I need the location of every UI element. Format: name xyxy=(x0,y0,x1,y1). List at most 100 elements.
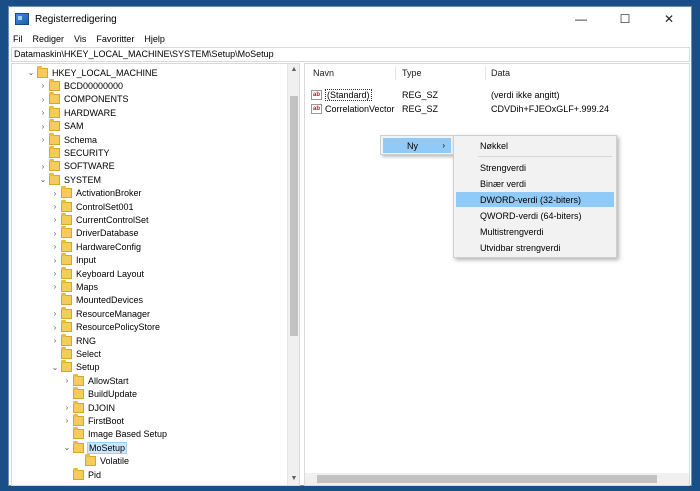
tree-item[interactable]: › HARDWARE xyxy=(38,105,116,119)
chevron-right-icon[interactable]: › xyxy=(62,416,72,425)
chevron-right-icon[interactable]: › xyxy=(38,122,48,131)
chevron-right-icon[interactable]: › xyxy=(50,189,60,198)
chevron-right-icon[interactable]: › xyxy=(38,135,48,144)
submenu-item-multistring-value[interactable]: Multistrengverdi xyxy=(456,224,614,239)
menu-bar: Fil Rediger Vis Favoritter Hjelp xyxy=(9,31,691,47)
tree-item[interactable]: Pid xyxy=(62,467,101,481)
tree-item[interactable]: › RNG xyxy=(50,333,96,347)
tree-item-label: SYSTEM xyxy=(64,174,102,185)
tree-item[interactable]: › DJOIN xyxy=(62,400,115,414)
chevron-down-icon[interactable]: ⌄ xyxy=(26,68,36,77)
tree-item[interactable]: › ControlSet001 xyxy=(50,199,134,213)
chevron-right-icon[interactable]: › xyxy=(50,309,60,318)
address-bar[interactable]: Datamaskin\HKEY_LOCAL_MACHINE\SYSTEM\Set… xyxy=(11,47,690,62)
tree-item[interactable]: › FirstBoot xyxy=(62,413,125,427)
tree-item[interactable]: ⌄ SYSTEM xyxy=(38,172,102,186)
tree-item[interactable]: › ActivationBroker xyxy=(50,186,142,200)
menu-edit[interactable]: Rediger xyxy=(33,34,65,44)
value-row[interactable]: ab (Standard) REG_SZ (verdi ikke angitt) xyxy=(305,88,689,102)
chevron-right-icon[interactable]: › xyxy=(50,202,60,211)
tree-item[interactable]: ⌄ Setup xyxy=(50,360,100,374)
close-button[interactable]: ✕ xyxy=(647,7,691,31)
chevron-right-icon[interactable]: › xyxy=(50,229,60,238)
tree-item[interactable]: ⌄ HKEY_LOCAL_MACHINE xyxy=(26,65,158,79)
tree-item[interactable]: › Input xyxy=(50,253,97,267)
values-horizontal-scrollbar[interactable] xyxy=(305,473,689,485)
submenu-item-qword-value[interactable]: QWORD-verdi (64-biters) xyxy=(456,208,614,223)
submenu-item-expandable-string-value[interactable]: Utvidbar strengverdi xyxy=(456,240,614,255)
maximize-button[interactable]: ☐ xyxy=(603,7,647,31)
folder-icon xyxy=(61,333,72,346)
tree-item[interactable]: › Schema xyxy=(38,132,97,146)
tree-item[interactable]: › COMPONENTS xyxy=(38,92,129,106)
chevron-right-icon[interactable]: › xyxy=(38,81,48,90)
title-bar[interactable]: Registerredigering — ☐ ✕ xyxy=(9,7,691,31)
tree-item[interactable]: › CurrentControlSet xyxy=(50,212,149,226)
scroll-up-arrow-icon[interactable]: ▲ xyxy=(288,64,299,76)
submenu-item-label: QWORD-verdi (64-biters) xyxy=(480,210,582,221)
values-scroll-thumb[interactable] xyxy=(317,475,657,483)
chevron-right-icon[interactable]: › xyxy=(62,403,72,412)
tree-item[interactable]: › DriverDatabase xyxy=(50,226,139,240)
tree-item[interactable]: MountedDevices xyxy=(50,293,144,307)
submenu-item-dword-value[interactable]: DWORD-verdi (32-biters) xyxy=(456,192,614,207)
chevron-down-icon[interactable]: ⌄ xyxy=(38,175,48,184)
tree-item[interactable]: › AllowStart xyxy=(62,373,129,387)
minimize-button[interactable]: — xyxy=(559,7,603,31)
column-divider[interactable] xyxy=(485,66,486,80)
chevron-right-icon[interactable]: › xyxy=(38,162,48,171)
tree-item[interactable]: BuildUpdate xyxy=(62,387,137,401)
chevron-down-icon[interactable]: ⌄ xyxy=(50,363,60,372)
chevron-right-icon[interactable]: › xyxy=(50,336,60,345)
column-header-name[interactable]: Navn xyxy=(313,66,334,80)
tree-item[interactable]: › HardwareConfig xyxy=(50,239,141,253)
tree-item[interactable]: › ResourceManager xyxy=(50,306,150,320)
menu-help[interactable]: Hjelp xyxy=(144,34,165,44)
chevron-right-icon[interactable]: › xyxy=(50,242,60,251)
tree-item[interactable]: › Keyboard Layout xyxy=(50,266,144,280)
tree-item[interactable]: › SOFTWARE xyxy=(38,159,115,173)
tree-item[interactable]: Image Based Setup xyxy=(62,427,167,441)
scroll-down-arrow-icon[interactable]: ▼ xyxy=(288,473,299,485)
column-header-data[interactable]: Data xyxy=(491,66,510,80)
column-divider[interactable] xyxy=(395,66,396,80)
chevron-right-icon[interactable]: › xyxy=(38,95,48,104)
folder-icon xyxy=(61,239,72,252)
value-row[interactable]: ab CorrelationVector REG_SZ CDVDih+FJEOx… xyxy=(305,102,689,116)
submenu-item-binary-value[interactable]: Binær verdi xyxy=(456,176,614,191)
tree-item[interactable]: Select xyxy=(50,346,101,360)
tree-item[interactable]: SECURITY xyxy=(38,145,110,159)
tree-item[interactable]: › Maps xyxy=(50,279,98,293)
tree-vertical-scrollbar[interactable]: ▲ ▼ xyxy=(287,64,299,485)
chevron-right-icon[interactable]: › xyxy=(62,376,72,385)
submenu-item-string-value[interactable]: Strengverdi xyxy=(456,160,614,175)
submenu-item-key[interactable]: Nøkkel xyxy=(456,138,614,153)
menu-favorites[interactable]: Favoritter xyxy=(96,34,134,44)
tree-item-label: Input xyxy=(76,255,97,266)
tree-item[interactable]: › BCD00000000 xyxy=(38,78,123,92)
tree-item[interactable]: › ResourcePolicyStore xyxy=(50,320,160,334)
column-header-type[interactable]: Type xyxy=(402,66,422,80)
chevron-right-icon[interactable]: › xyxy=(50,215,60,224)
tree-item[interactable]: › SAM xyxy=(38,119,84,133)
tree-item[interactable]: ⌄ MoSetup xyxy=(62,440,128,454)
tree-item-label: DJOIN xyxy=(88,402,115,413)
tree-item-label: MountedDevices xyxy=(76,295,144,306)
folder-icon xyxy=(49,145,60,158)
chevron-right-icon[interactable]: › xyxy=(50,269,60,278)
chevron-right-icon[interactable]: › xyxy=(50,282,60,291)
menu-view[interactable]: Vis xyxy=(74,34,86,44)
chevron-right-icon[interactable]: › xyxy=(50,256,60,265)
chevron-right-icon[interactable]: › xyxy=(38,108,48,117)
folder-icon xyxy=(49,78,60,91)
tree-item-label: FirstBoot xyxy=(88,415,125,426)
menu-file[interactable]: Fil xyxy=(13,34,23,44)
folder-icon xyxy=(49,92,60,105)
folder-icon xyxy=(61,199,72,212)
menu-item-new[interactable]: Ny › xyxy=(383,138,451,153)
chevron-down-icon[interactable]: ⌄ xyxy=(62,443,72,452)
tree-item[interactable]: Volatile xyxy=(74,454,129,468)
tree-scroll-thumb[interactable] xyxy=(290,96,298,336)
value-name: CorrelationVector xyxy=(325,104,395,114)
chevron-right-icon[interactable]: › xyxy=(50,323,60,332)
